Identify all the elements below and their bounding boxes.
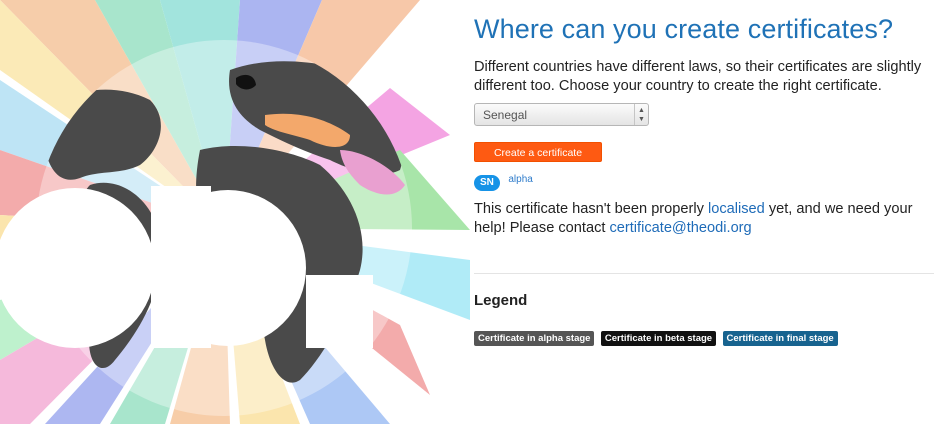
legend-beta: Certificate in beta stage bbox=[600, 331, 717, 346]
contact-email-link[interactable]: certificate@theodi.org bbox=[609, 220, 751, 236]
localised-link[interactable]: localised bbox=[708, 201, 765, 217]
country-code-badge: SN bbox=[474, 175, 500, 191]
page-title: Where can you create certificates? bbox=[474, 14, 894, 44]
legend-title: Legend bbox=[474, 292, 528, 309]
country-select-value: Senegal bbox=[483, 108, 528, 122]
legend-final: Certificate in final stage bbox=[722, 331, 838, 346]
page: Where can you create certificates? Diffe… bbox=[0, 0, 946, 424]
select-arrows-icon: ▲ ▼ bbox=[634, 104, 648, 125]
globe-illustration bbox=[0, 0, 470, 424]
localisation-notice: This certificate hasn't been properly lo… bbox=[474, 200, 939, 238]
intro-text: Different countries have different laws,… bbox=[474, 59, 922, 94]
legend-alpha: Certificate in alpha stage bbox=[474, 331, 595, 346]
country-select[interactable]: Senegal ▲ ▼ bbox=[474, 103, 649, 126]
create-certificate-button[interactable]: Create a certificate bbox=[474, 142, 602, 162]
country-badge-row: SN alpha bbox=[474, 172, 533, 191]
stage-label: alpha bbox=[508, 174, 533, 185]
legend: Certificate in alpha stage Certificate i… bbox=[474, 328, 840, 346]
notice-text-1: This certificate hasn't been properly bbox=[474, 201, 708, 217]
divider bbox=[474, 273, 934, 274]
